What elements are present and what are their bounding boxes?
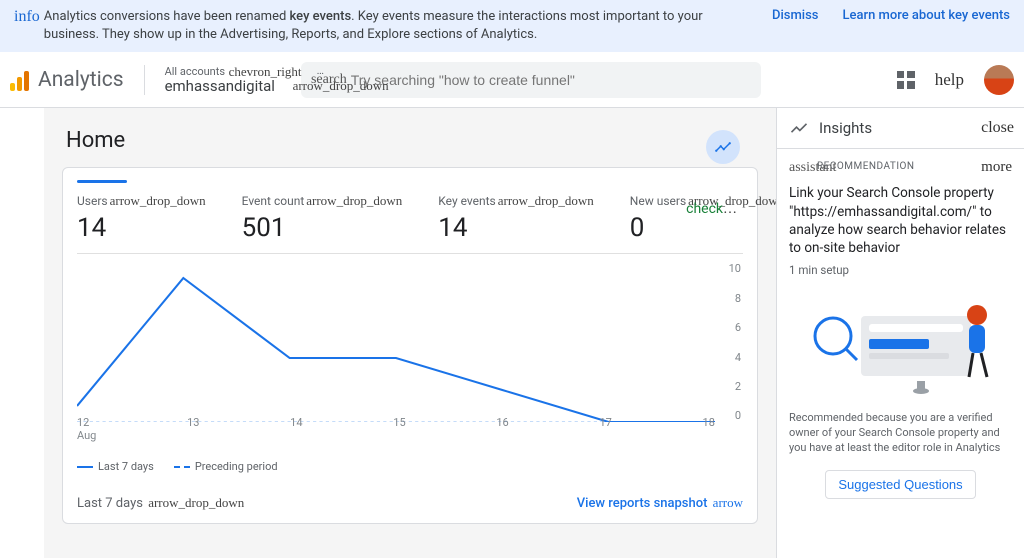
recommendation-title: Link your Search Console property "https… [789,184,1012,257]
arrow-forward-icon: arrow [713,495,743,510]
close-icon[interactable]: close [981,119,1014,137]
info-icon: info [14,8,40,26]
legend: Last 7 days Preceding period [77,460,743,473]
metric-users[interactable]: Usersarrow_drop_down 14 [77,193,206,243]
learn-more-link[interactable]: Learn more about key events [842,8,1010,23]
chart: 10 8 6 4 2 0 12Aug 13 14 1 [77,262,743,442]
insights-title: Insights [819,119,981,137]
card-footer: Last 7 days arrow_drop_down View reports… [77,487,743,523]
suggested-questions-button[interactable]: Suggested Questions [825,470,975,499]
brand-name: Analytics [38,68,124,92]
more-icon[interactable]: more [981,159,1012,176]
avatar[interactable] [984,65,1014,95]
line-plot [77,262,715,422]
chevron-right-icon: chevron_right [229,65,302,79]
arrow-drop-down-icon: arrow_drop_down [293,79,389,93]
arrow-drop-down-icon: arrow_drop_down [498,193,594,208]
content-area: Home Usersarrow_drop_down 14 Event count… [44,108,776,558]
recommendation-illustration [789,291,1012,401]
check-icon: check [686,201,723,217]
recommendation-reason: Recommended because you are a verified o… [789,411,1012,456]
metric-key-events[interactable]: Key eventsarrow_drop_down 14 [438,193,594,243]
help-icon[interactable]: help [935,70,964,90]
insights-icon [789,118,809,138]
analytics-logo-icon [10,69,32,91]
insights-panel: Insights close assistant RECOMMENDATION … [776,108,1024,558]
divider [144,65,145,95]
x-axis: 12Aug 13 14 15 16 17 18 [77,416,715,442]
account-picker[interactable]: All accounts chevron_right … emhassandig… [165,66,275,95]
banner-message: Analytics conversions have been renamed … [44,8,754,44]
trend-icon [714,138,732,156]
date-range-picker[interactable]: Last 7 days arrow_drop_down [77,495,244,511]
trend-button[interactable] [706,130,740,164]
app-header: Analytics All accounts chevron_right … e… [0,52,1024,108]
overview-card: Usersarrow_drop_down 14 Event countarrow… [62,167,758,524]
apps-icon[interactable] [897,71,915,89]
dismiss-link[interactable]: Dismiss [772,8,819,23]
search-input[interactable] [351,72,751,88]
brand[interactable]: Analytics [10,68,124,92]
compare-toggle[interactable]: check… [686,201,737,218]
info-banner: info Analytics conversions have been ren… [0,0,1024,52]
y-axis: 10 8 6 4 2 0 [729,262,741,422]
page-title: Home [66,128,758,153]
arrow-drop-down-icon: arrow_drop_down [306,193,402,208]
view-reports-link[interactable]: View reports snapshot arrow [577,495,743,511]
arrow-drop-down-icon: arrow_drop_down [148,495,244,510]
metrics-row: Usersarrow_drop_down 14 Event countarrow… [77,193,743,254]
left-nav-rail [0,108,44,558]
active-tab-indicator [77,180,127,183]
recommendation-tag: RECOMMENDATION [817,161,915,172]
arrow-drop-down-icon: arrow_drop_down [110,193,206,208]
metric-event-count[interactable]: Event countarrow_drop_down 501 [242,193,403,243]
recommendation-subtitle: 1 min setup [789,263,1012,277]
